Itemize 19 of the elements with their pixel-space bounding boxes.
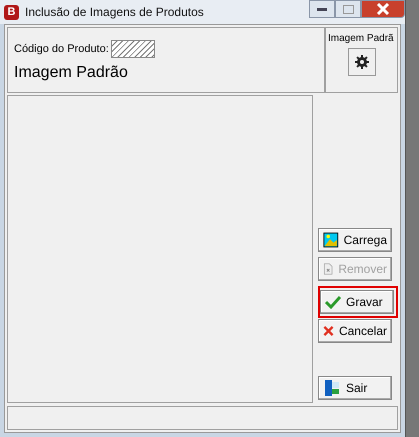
window-title: Inclusão de Imagens de Produtos [25, 5, 205, 19]
app-logo-icon: B [4, 4, 19, 20]
checkmark-icon [325, 295, 341, 309]
save-button[interactable]: Gravar [320, 290, 394, 314]
minimize-button[interactable] [309, 0, 335, 18]
load-button[interactable]: Carrega [318, 228, 392, 252]
cancel-button[interactable]: Cancelar [318, 319, 392, 343]
settings-button[interactable] [348, 48, 376, 76]
close-icon [376, 3, 390, 15]
picture-icon [323, 231, 339, 249]
door-icon [323, 379, 341, 397]
gear-icon [354, 54, 370, 70]
field-label: Código do Produto: [14, 43, 109, 55]
panel-title: Imagem Padrã [327, 33, 394, 44]
product-code-field[interactable] [110, 40, 155, 58]
exit-button[interactable]: Sair [318, 376, 392, 400]
cross-icon [323, 323, 334, 339]
close-button[interactable] [361, 0, 405, 18]
section-heading: Imagem Padrão [14, 64, 129, 82]
